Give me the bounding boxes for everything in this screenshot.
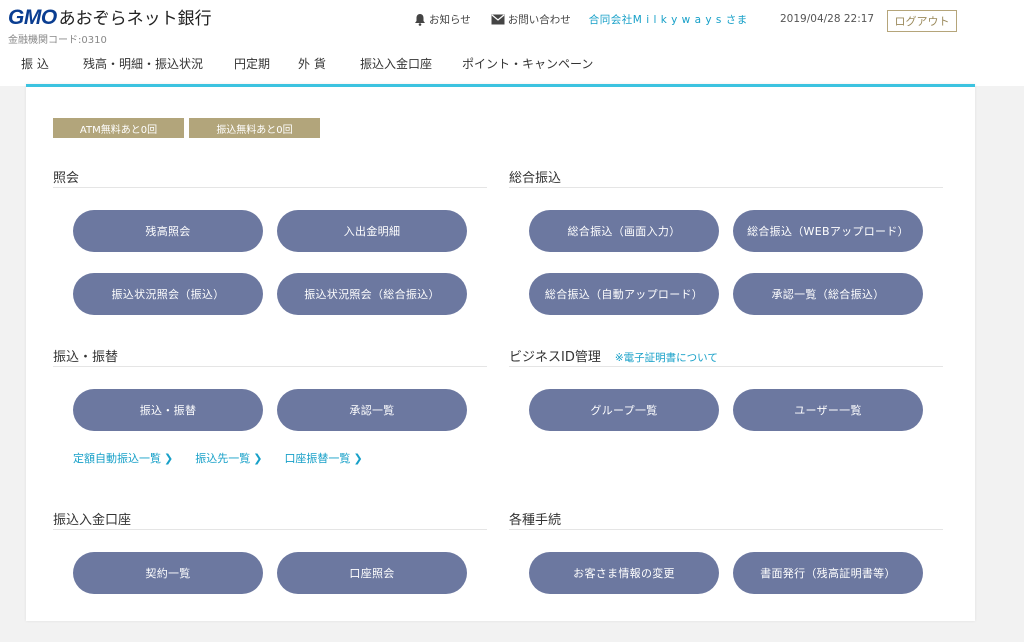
chevron-right-icon: ❯: [353, 451, 363, 465]
fixed-auto-transfer-label: 定額自動振込一覧: [73, 452, 161, 465]
login-datetime: 2019/04/28 22:17: [780, 13, 875, 25]
customer-info-change-button[interactable]: お客さま情報の変更: [529, 552, 719, 594]
statement-button[interactable]: 入出金明細: [277, 210, 467, 252]
header: GMO あおぞらネット銀行 金融機関コード:0310 お知らせ お問い合わせ 合…: [0, 0, 1024, 86]
nav-foreign-currency[interactable]: 外 貨: [298, 55, 326, 72]
transfer-sublinks: 定額自動振込一覧 ❯ 振込先一覧 ❯ 口座振替一覧 ❯: [73, 450, 385, 466]
nav-points-campaign[interactable]: ポイント・キャンペーン: [462, 55, 593, 72]
payee-list-link[interactable]: 振込先一覧 ❯: [195, 450, 262, 466]
bell-icon: [415, 14, 425, 26]
fixed-auto-transfer-link[interactable]: 定額自動振込一覧 ❯: [73, 450, 173, 466]
business-id-title: ビジネスID管理: [509, 350, 601, 365]
atm-free-badge: ATM無料あと0回: [53, 118, 184, 138]
transfer-status-button[interactable]: 振込状況照会（振込）: [73, 273, 263, 315]
chevron-right-icon: ❯: [253, 451, 263, 465]
balance-inquiry-button[interactable]: 残高照会: [73, 210, 263, 252]
contact-label: お問い合わせ: [507, 14, 571, 26]
company-name[interactable]: 合同会社M i l k y w a y s さま: [589, 12, 748, 27]
logout-button[interactable]: ログアウト: [887, 10, 957, 32]
section-title-procedures: 各種手続: [509, 513, 562, 528]
nav-balance-statement[interactable]: 残高・明細・振込状況: [83, 55, 203, 72]
section-divider: [53, 529, 487, 530]
logo-mark: GMO: [8, 6, 57, 29]
user-list-button[interactable]: ユーザー一覧: [733, 389, 923, 431]
section-divider: [509, 187, 943, 188]
transfer-free-badge: 振込無料あと0回: [189, 118, 320, 138]
transfer-button[interactable]: 振込・振替: [73, 389, 263, 431]
payee-list-label: 振込先一覧: [195, 452, 251, 465]
bank-logo[interactable]: GMO あおぞらネット銀行: [8, 4, 212, 30]
section-divider: [509, 366, 943, 367]
free-count-badges: ATM無料あと0回 振込無料あと0回: [53, 118, 325, 138]
nav-transfer[interactable]: 振 込: [21, 55, 49, 72]
nav-time-deposit[interactable]: 円定期: [234, 55, 270, 72]
section-divider: [53, 366, 487, 367]
notice-label: お知らせ: [429, 14, 471, 26]
bulk-transfer-auto-upload-button[interactable]: 総合振込（自動アップロード）: [529, 273, 719, 315]
section-title-bulk-transfer: 総合振込: [509, 171, 562, 186]
mail-icon: [491, 14, 505, 25]
contract-list-button[interactable]: 契約一覧: [73, 552, 263, 594]
direct-debit-list-label: 口座振替一覧: [284, 452, 351, 465]
bulk-transfer-web-upload-button[interactable]: 総合振込（WEBアップロード）: [733, 210, 923, 252]
certificate-info-link[interactable]: ※電子証明書について: [615, 352, 718, 364]
account-inquiry-button[interactable]: 口座照会: [277, 552, 467, 594]
section-title-inquiry: 照会: [53, 171, 80, 186]
notice-link[interactable]: お知らせ: [414, 12, 471, 27]
section-title-transfer: 振込・振替: [53, 350, 119, 365]
logo-name: あおぞらネット銀行: [58, 9, 212, 29]
group-list-button[interactable]: グループ一覧: [529, 389, 719, 431]
chevron-right-icon: ❯: [164, 451, 174, 465]
document-issue-button[interactable]: 書面発行（残高証明書等）: [733, 552, 923, 594]
direct-debit-list-link[interactable]: 口座振替一覧 ❯: [284, 450, 362, 466]
bulk-transfer-screen-input-button[interactable]: 総合振込（画面入力）: [529, 210, 719, 252]
main-panel: ATM無料あと0回 振込無料あと0回 照会 残高照会 入出金明細 振込状況照会（…: [26, 84, 975, 621]
section-title-business-id: ビジネスID管理 ※電子証明書について: [509, 346, 718, 365]
header-links: お知らせ お問い合わせ 合同会社M i l k y w a y s さま: [414, 12, 748, 27]
section-divider: [509, 529, 943, 530]
bank-code: 金融機関コード:0310: [8, 35, 107, 46]
contact-link[interactable]: お問い合わせ: [491, 12, 571, 27]
bulk-transfer-status-button[interactable]: 振込状況照会（総合振込）: [277, 273, 467, 315]
approval-list-button[interactable]: 承認一覧: [277, 389, 467, 431]
bulk-transfer-approval-button[interactable]: 承認一覧（総合振込）: [733, 273, 923, 315]
section-title-deposit-account: 振込入金口座: [53, 513, 132, 528]
nav-deposit-account[interactable]: 振込入金口座: [360, 55, 432, 72]
section-divider: [53, 187, 487, 188]
